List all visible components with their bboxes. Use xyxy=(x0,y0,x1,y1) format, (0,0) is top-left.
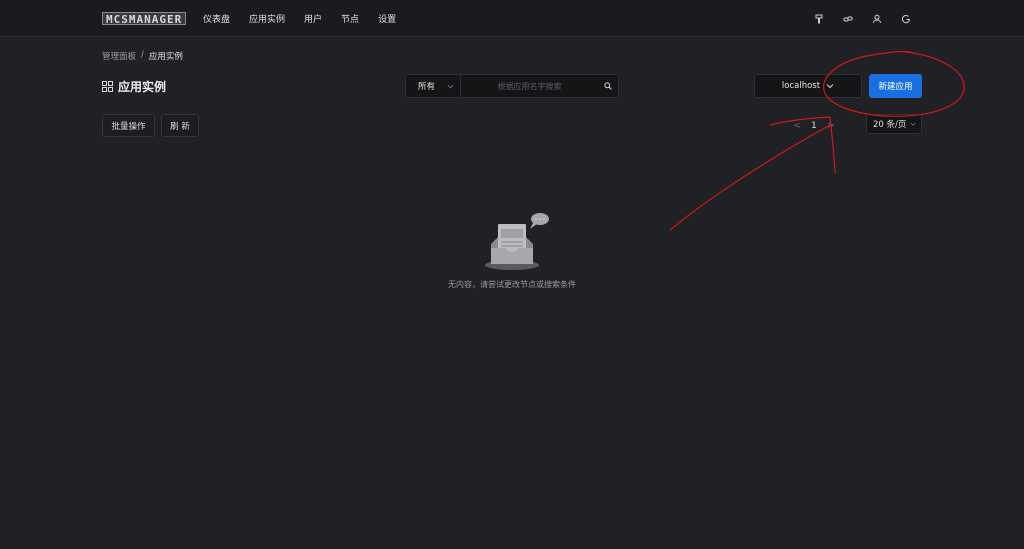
nav-item-settings[interactable]: 设置 xyxy=(378,12,396,25)
search-button[interactable] xyxy=(598,75,618,97)
main-nav: 仪表盘 应用实例 用户 节点 设置 xyxy=(203,0,415,37)
nav-item-nodes[interactable]: 节点 xyxy=(341,12,359,25)
new-app-button[interactable]: 新建应用 xyxy=(869,74,922,98)
next-page-button[interactable]: > xyxy=(824,121,838,131)
nav-item-instances[interactable]: 应用实例 xyxy=(249,12,285,25)
top-navbar: MCSMANAGER 仪表盘 应用实例 用户 节点 设置 xyxy=(0,0,1024,37)
link-icon[interactable] xyxy=(842,13,854,25)
breadcrumb-separator: / xyxy=(141,50,144,60)
status-filter-value: 所有 xyxy=(418,82,436,92)
search-group: 所有 xyxy=(405,74,619,98)
page-title-text: 应用实例 xyxy=(118,80,167,94)
page-title: 应用实例 xyxy=(102,78,166,95)
chevron-down-icon xyxy=(910,122,916,126)
logout-icon[interactable] xyxy=(900,13,912,25)
chevron-down-icon xyxy=(447,84,454,88)
status-filter-select[interactable]: 所有 xyxy=(406,75,461,97)
search-icon xyxy=(604,82,612,90)
empty-state-message: 无内容，请尝试更改节点或搜索条件 xyxy=(448,280,576,289)
batch-operation-button[interactable]: 批量操作 xyxy=(102,114,155,137)
top-icons xyxy=(796,0,912,37)
search-input[interactable] xyxy=(461,75,598,97)
breadcrumb-current: 应用实例 xyxy=(148,52,183,62)
breadcrumb: 管理面板 / 应用实例 xyxy=(102,50,183,62)
brush-icon[interactable] xyxy=(813,13,825,25)
nav-item-dashboard[interactable]: 仪表盘 xyxy=(203,12,230,25)
annotation-arrow-shaft xyxy=(669,124,831,231)
page-size-select[interactable]: 20 条/页 xyxy=(866,114,922,134)
page-size-value: 20 条/页 xyxy=(873,120,907,130)
grid-icon xyxy=(102,81,113,92)
page-number-current[interactable]: 1 xyxy=(804,121,824,131)
node-select-value: localhost xyxy=(781,81,821,91)
empty-state-icon xyxy=(485,213,549,270)
app-logo[interactable]: MCSMANAGER xyxy=(102,12,187,26)
prev-page-button[interactable]: < xyxy=(790,121,804,131)
user-icon[interactable] xyxy=(871,13,883,25)
chevron-down-icon xyxy=(826,84,834,89)
pagination: < 1 > xyxy=(790,114,838,137)
nav-item-users[interactable]: 用户 xyxy=(304,12,322,25)
breadcrumb-parent[interactable]: 管理面板 xyxy=(102,50,136,62)
refresh-button[interactable]: 刷 新 xyxy=(161,114,199,137)
node-select[interactable]: localhost xyxy=(754,74,862,98)
